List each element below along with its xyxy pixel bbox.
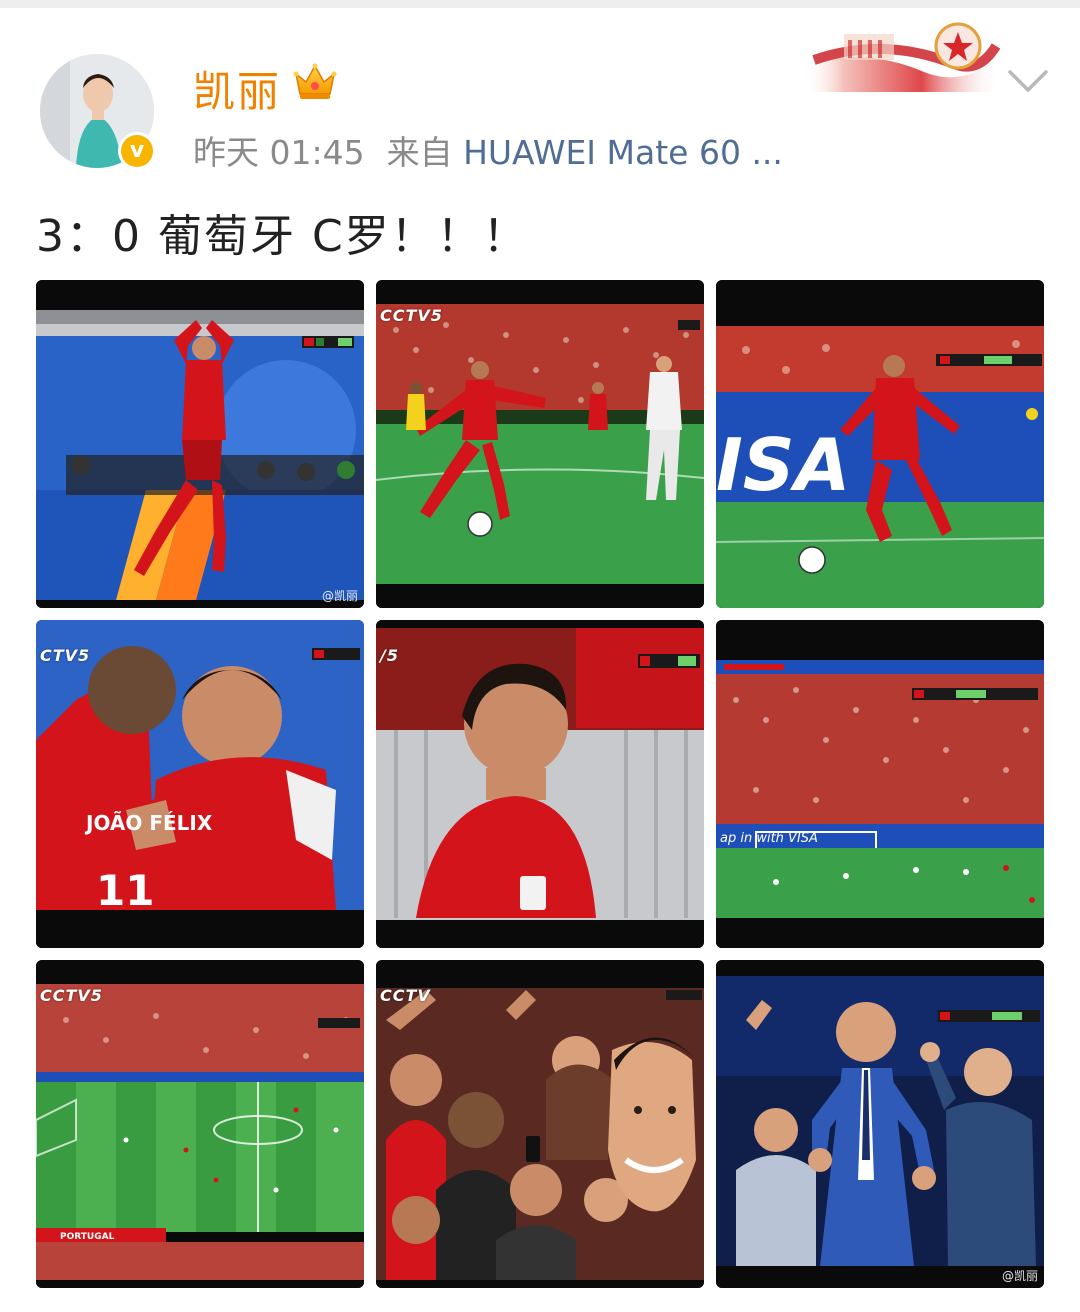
- crown-icon[interactable]: [292, 60, 338, 102]
- image-stadium-goal-view: ap in with VISA: [716, 620, 1044, 948]
- national-emblem-banner: [804, 22, 1000, 92]
- tv-channel-logo: CCTV5: [40, 986, 103, 1005]
- image-ronaldo-running: ISA: [716, 280, 1044, 608]
- tv-channel-logo: /5: [380, 646, 399, 665]
- image-ronaldo-celebration: [36, 280, 364, 608]
- post-meta: 昨天 01:45 来自 HUAWEI Mate 60 ...: [193, 126, 783, 174]
- post-text: 3：0 葡萄牙 C罗！！！: [36, 211, 529, 262]
- svg-text:JOÃO FÉLIX: JOÃO FÉLIX: [84, 811, 213, 835]
- post-time: 昨天 01:45: [193, 133, 365, 172]
- verified-icon: v: [121, 135, 153, 167]
- image-tile-7[interactable]: PORTUGAL CCTV5: [36, 960, 364, 1288]
- image-fans-with-mask: [376, 960, 704, 1288]
- image-tile-4[interactable]: JOÃO FÉLIX 11 CTV5: [36, 620, 364, 948]
- source-device[interactable]: HUAWEI Mate 60 ...: [463, 133, 783, 172]
- image-ronaldo-dribbling: [376, 280, 704, 608]
- image-watermark: @凯丽: [1001, 1269, 1038, 1283]
- image-coach-celebrating: [716, 960, 1044, 1288]
- image-watermark: @凯丽: [321, 589, 358, 603]
- image-tile-2[interactable]: CCTV5: [376, 280, 704, 608]
- top-divider: [0, 0, 1080, 8]
- weibo-post: v 凯丽 昨天 01:45 来自 HUAWEI Mate 60 ... 3：0 …: [0, 0, 1080, 1312]
- username[interactable]: 凯丽: [193, 58, 281, 119]
- image-tile-5[interactable]: /5: [376, 620, 704, 948]
- image-ronaldo-hug: JOÃO FÉLIX 11: [36, 620, 364, 948]
- svg-text:ISA: ISA: [716, 423, 850, 507]
- svg-text:PORTUGAL: PORTUGAL: [60, 1232, 115, 1242]
- svg-text:11: 11: [96, 866, 154, 915]
- tv-channel-logo: CCTV5: [380, 306, 443, 325]
- image-tile-6[interactable]: ap in with VISA: [716, 620, 1044, 948]
- image-stadium-wide-pitch: PORTUGAL: [36, 960, 364, 1288]
- verified-badge: v: [118, 132, 156, 170]
- source-prefix: 来自: [386, 133, 453, 172]
- tv-channel-logo: CTV5: [40, 646, 91, 665]
- image-grid: @凯丽 CCTV5 ISA JOÃO FÉLIX 11 CTV5 /5 ap i…: [36, 280, 1044, 1288]
- svg-text:ap in with VISA: ap in with VISA: [720, 831, 818, 846]
- image-ronaldo-smiling: [376, 620, 704, 948]
- image-tile-1[interactable]: @凯丽: [36, 280, 364, 608]
- chevron-down-icon[interactable]: [1006, 66, 1050, 96]
- image-tile-8[interactable]: CCTV: [376, 960, 704, 1288]
- image-tile-9[interactable]: @凯丽: [716, 960, 1044, 1288]
- image-tile-3[interactable]: ISA: [716, 280, 1044, 608]
- tv-channel-logo: CCTV: [380, 986, 431, 1005]
